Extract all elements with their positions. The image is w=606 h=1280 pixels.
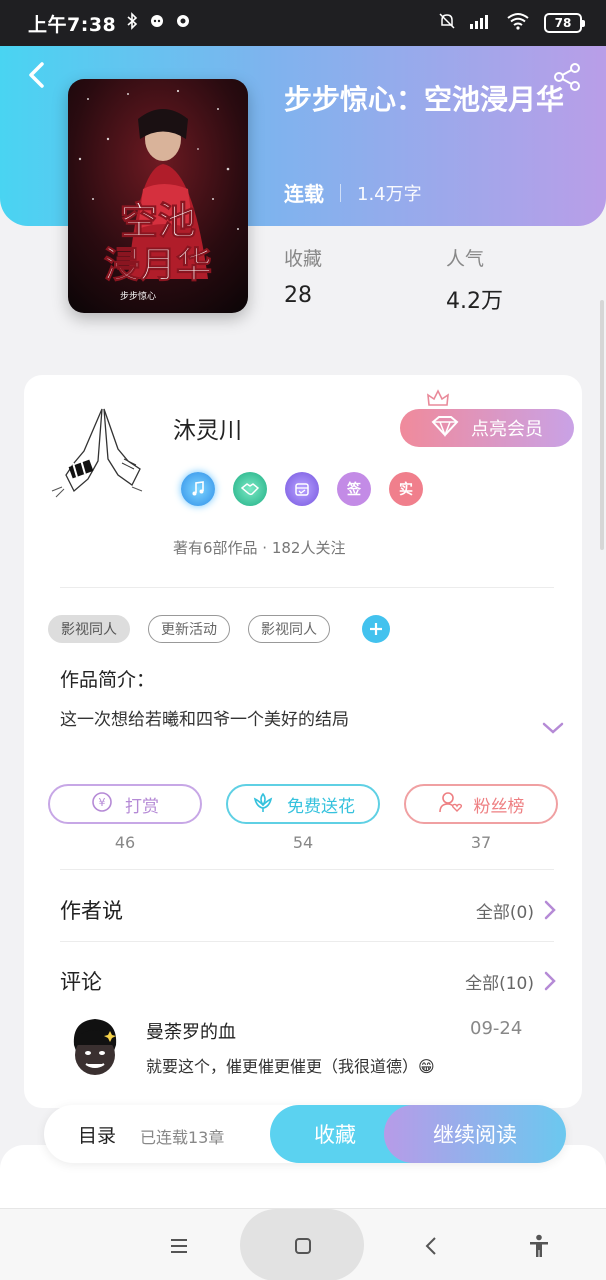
author-avatar[interactable]: [44, 403, 154, 499]
send-flower-label: 免费送花: [287, 796, 355, 817]
add-tag-button[interactable]: [362, 615, 390, 643]
battery-icon: 78: [544, 13, 585, 33]
stat-label: 收藏: [284, 248, 323, 270]
square-icon: [295, 1238, 311, 1254]
cover-subtext: 步步惊心: [120, 290, 156, 302]
divider: [60, 941, 554, 942]
book-word-count: 1.4万字: [357, 183, 422, 205]
tag-list: 影视同人 更新活动 影视同人: [48, 615, 390, 643]
comment-text: 就要这个，催更催更催更（我很道德）😁: [146, 1057, 435, 1076]
avatar[interactable]: [64, 1015, 126, 1079]
author-badges: 签 实: [181, 472, 423, 506]
fan-count: 37: [470, 833, 492, 852]
cover-title-line2: 浸月华: [104, 244, 212, 286]
chevron-right-icon: [544, 971, 556, 991]
intro-text: 这一次想给若曦和四爷一个美好的结局: [60, 710, 349, 730]
table-of-contents-button[interactable]: 目录: [78, 1121, 116, 1148]
coin-icon: ¥: [91, 791, 113, 818]
notification-icon: [176, 14, 190, 32]
book-title: 步步惊心：空池浸月华: [284, 83, 565, 116]
tip-count: 46: [114, 833, 136, 852]
back-button[interactable]: [20, 60, 54, 94]
author-says-row[interactable]: 作者说 全部(0): [60, 895, 556, 925]
divider: [60, 587, 554, 588]
svg-text:¥: ¥: [99, 796, 106, 809]
book-cover[interactable]: 空池 浸月华 步步惊心: [68, 79, 248, 313]
comments-title: 评论: [60, 970, 102, 994]
tag-item[interactable]: 影视同人: [48, 615, 130, 643]
tip-label: 打赏: [125, 796, 159, 817]
home-button[interactable]: [288, 1231, 318, 1261]
plus-icon: [370, 623, 382, 635]
author-name[interactable]: 沐灵川: [173, 411, 242, 445]
scrollbar[interactable]: [600, 300, 604, 550]
stat-favorites: 收藏 28: [284, 244, 322, 308]
tag-item[interactable]: 更新活动: [148, 615, 230, 643]
stat-value: 4.2万: [446, 289, 503, 314]
bluetooth-icon: [126, 12, 138, 34]
handshake-badge-icon[interactable]: [233, 472, 267, 506]
author-says-title: 作者说: [60, 899, 123, 923]
status-right: 78: [438, 12, 585, 34]
fan-icon: [438, 791, 462, 818]
continue-reading-button[interactable]: 继续阅读: [384, 1105, 566, 1163]
chevron-left-icon: [27, 61, 47, 93]
menu-button[interactable]: [164, 1231, 194, 1261]
system-navigation-bar: [0, 1208, 606, 1280]
book-meta: 连载 1.4万字: [284, 178, 422, 207]
author-says-more-label: 全部(0): [475, 902, 534, 923]
status-time: 上午7:38: [28, 13, 117, 36]
author-says-more[interactable]: 全部(0): [476, 898, 556, 923]
nav-back-button[interactable]: [416, 1231, 446, 1261]
send-flower-button[interactable]: 免费送花: [226, 784, 380, 824]
calendar-badge-icon[interactable]: [285, 472, 319, 506]
comment-date: 09-24: [470, 1018, 523, 1039]
fan-ranking-button[interactable]: 粉丝榜: [404, 784, 558, 824]
author-stats: 著有6部作品 · 182人关注: [173, 539, 346, 557]
status-left-icons: [126, 12, 190, 34]
comments-more-label: 全部(10): [465, 973, 534, 994]
vip-button-label: 点亮会员: [471, 419, 543, 440]
comments-row[interactable]: 评论 全部(10): [60, 966, 556, 996]
wifi-icon: [506, 12, 530, 34]
diamond-icon: [431, 415, 459, 442]
stat-value: 28: [284, 283, 312, 308]
activate-vip-button[interactable]: 点亮会员: [400, 409, 574, 447]
tag-item[interactable]: 影视同人: [248, 615, 330, 643]
signed-badge[interactable]: 签: [337, 472, 371, 506]
meta-separator: [340, 183, 341, 202]
book-info-card: 沐灵川 点亮会员 签 实 著有6部作品 · 182人关注 影视同人 更新活动 影…: [24, 375, 582, 1108]
accessibility-button[interactable]: [524, 1231, 554, 1261]
comment-username[interactable]: 曼荼罗的血: [146, 1018, 236, 1044]
divider: [60, 869, 554, 870]
mute-icon: [438, 12, 456, 34]
fan-ranking-label: 粉丝榜: [473, 796, 525, 817]
stat-popularity: 人气 4.2万: [446, 244, 503, 315]
chapter-progress: 已连载13章: [140, 1128, 225, 1147]
chevron-right-icon: [544, 900, 556, 920]
intro-title: 作品简介：: [60, 669, 156, 691]
tip-button[interactable]: ¥ 打赏: [48, 784, 202, 824]
menu-icon: [171, 1239, 187, 1253]
signal-icon: [470, 13, 492, 33]
flower-count: 54: [292, 833, 314, 852]
comments-more[interactable]: 全部(10): [465, 969, 556, 994]
chevron-left-icon: [425, 1237, 436, 1255]
flower-icon: [251, 791, 275, 818]
stat-label: 人气: [446, 248, 485, 270]
accessibility-icon: [530, 1234, 548, 1257]
chevron-down-icon[interactable]: [542, 720, 564, 739]
verified-badge[interactable]: 实: [389, 472, 423, 506]
book-status: 连载: [284, 182, 324, 206]
notification-icon: [150, 14, 164, 32]
cover-title-line1: 空池: [120, 198, 196, 243]
music-badge-icon[interactable]: [181, 472, 215, 506]
status-bar: 上午7:38 78: [0, 0, 606, 46]
bottom-action-bar: 目录 已连载13章 收藏 继续阅读: [44, 1105, 566, 1163]
